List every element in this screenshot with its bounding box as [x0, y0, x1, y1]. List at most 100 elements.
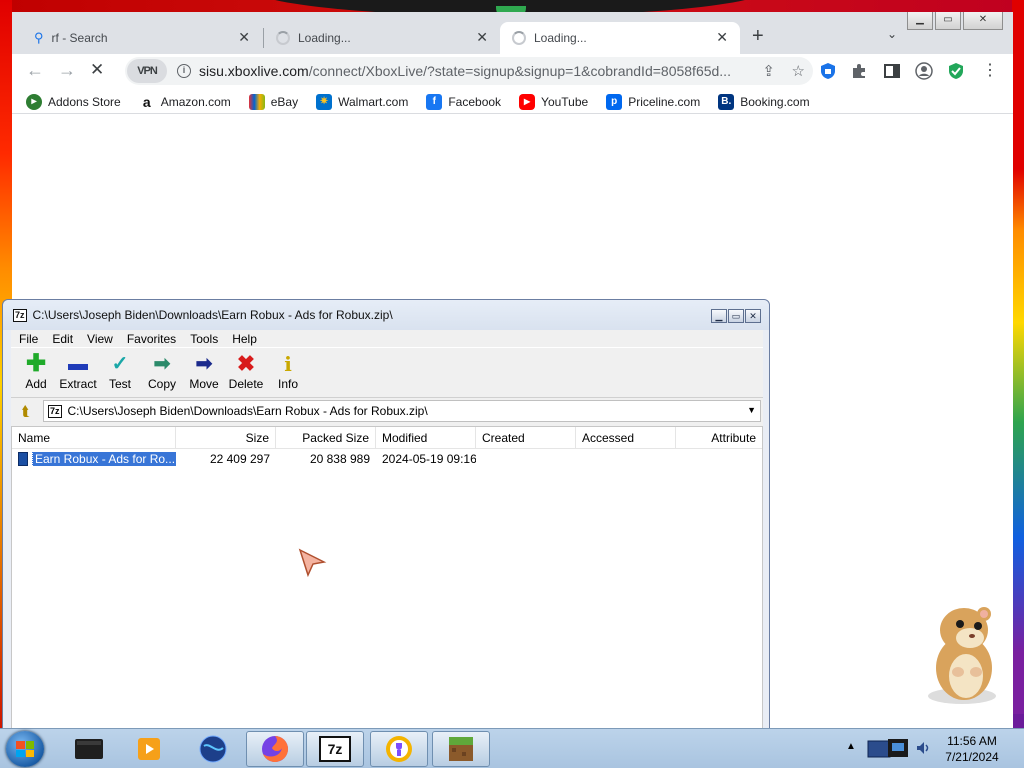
add-button[interactable]: ✚ Add [15, 352, 57, 397]
bookmark-youtube[interactable]: ▶ YouTube [519, 93, 589, 110]
tab-label: rf - Search [51, 31, 108, 45]
menu-file[interactable]: File [19, 332, 38, 346]
column-accessed[interactable]: Accessed [576, 426, 676, 449]
bookmark-label: Amazon.com [160, 94, 231, 109]
test-icon: ✓ [111, 353, 129, 375]
menu-favorites[interactable]: Favorites [127, 332, 176, 346]
folder-up-icon[interactable]: ⮬ [15, 401, 37, 421]
sevenzip-logo-icon: 7z [13, 308, 27, 322]
tab-loading-1[interactable]: Loading... ✕ [264, 22, 500, 54]
network-tray-icon[interactable] [866, 737, 910, 761]
tab-search-chevron-icon[interactable]: ⌄ [887, 27, 897, 41]
spinner-icon [276, 31, 290, 45]
menu-tools[interactable]: Tools [190, 332, 218, 346]
side-panel-icon[interactable] [883, 62, 901, 80]
url-host: sisu.xboxlive.com [199, 63, 309, 79]
sevenzip-titlebar[interactable]: 7z C:\Users\Joseph Biden\Downloads\Earn … [3, 300, 769, 330]
archive-icon: 7z [48, 404, 62, 418]
forward-icon[interactable]: → [58, 60, 76, 81]
address-bar[interactable]: VPN i sisu.xboxlive.com/connect/XboxLive… [125, 57, 813, 85]
url-text[interactable]: sisu.xboxlive.com/connect/XboxLive/?stat… [199, 63, 739, 79]
taskbar-app-firefox[interactable] [246, 731, 304, 767]
taskbar-app-media-player[interactable] [120, 731, 178, 767]
extract-button[interactable]: ▬ Extract [57, 353, 99, 397]
close-tab-icon[interactable]: ✕ [238, 29, 250, 46]
spinner-icon [512, 31, 526, 45]
share-icon[interactable]: ⇪ [762, 62, 775, 80]
start-button[interactable] [6, 731, 44, 767]
bookmark-walmart[interactable]: ✷ Walmart.com [316, 93, 408, 110]
column-modified[interactable]: Modified [376, 426, 476, 449]
bookmark-star-icon[interactable]: ☆ [792, 62, 805, 80]
bookmark-addons-store[interactable]: ▸ Addons Store [26, 93, 121, 110]
firefox-icon [262, 736, 288, 762]
taskbar-app-7zip[interactable]: 7z [306, 731, 364, 767]
taskbar-app-terminal[interactable] [60, 731, 118, 767]
move-label: Move [189, 377, 219, 391]
window-controls: ▁ ▭ ✕ [907, 12, 1003, 30]
menu-help[interactable]: Help [232, 332, 257, 346]
menu-kebab-icon[interactable]: ⋮ [982, 60, 998, 80]
column-packed-size[interactable]: Packed Size [276, 426, 376, 449]
sevenzip-close-button[interactable]: ✕ [745, 309, 761, 323]
close-button[interactable]: ✕ [963, 12, 1003, 30]
url-path: /connect/XboxLive/?state=signup&signup=1… [308, 63, 731, 79]
browser-icon [386, 736, 412, 762]
tray-expand-icon[interactable]: ▲ [846, 741, 856, 752]
volume-tray-icon[interactable] [914, 739, 932, 757]
close-tab-icon[interactable]: ✕ [476, 29, 488, 46]
bookmark-label: YouTube [541, 94, 589, 109]
site-info-icon[interactable]: i [177, 64, 191, 78]
vpn-badge[interactable]: VPN [127, 59, 167, 83]
walmart-icon: ✷ [316, 93, 333, 110]
file-name-cell[interactable]: Earn Robux - Ads for Ro... [12, 451, 176, 467]
taskbar-app-globe[interactable] [184, 731, 242, 767]
file-list: Name Size Packed Size Modified Created A… [11, 426, 763, 730]
test-button[interactable]: ✓ Test [99, 353, 141, 397]
maximize-button[interactable]: ▭ [935, 12, 961, 30]
adguard-shield-icon[interactable] [947, 62, 965, 80]
new-tab-button[interactable]: + [752, 25, 764, 48]
tab-search[interactable]: ⚲ rf - Search ✕ [22, 22, 262, 54]
tab-loading-2[interactable]: Loading... ✕ [500, 22, 740, 54]
extension-shield-icon[interactable] [819, 62, 837, 80]
minecraft-grass-block-icon [449, 737, 473, 761]
chevron-down-icon[interactable]: ▼ [747, 405, 756, 415]
bookmarks-bar: ▸ Addons Store a Amazon.com eBay ✷ Walmart.… [12, 90, 1013, 114]
menu-view[interactable]: View [87, 332, 113, 346]
sevenzip-path-combobox[interactable]: 7z C:\Users\Joseph Biden\Downloads\Earn … [43, 400, 761, 422]
info-button[interactable]: i Info [267, 353, 309, 397]
move-button[interactable]: ➡ Move [183, 353, 225, 397]
stop-loading-icon[interactable]: ✕ [90, 60, 104, 80]
bookmark-priceline[interactable]: p Priceline.com [606, 93, 700, 110]
column-size[interactable]: Size [176, 426, 276, 449]
youtube-icon: ▶ [519, 93, 536, 110]
clock-time: 11:56 AM [947, 734, 997, 748]
bookmark-label: eBay [270, 94, 299, 109]
taskbar-app-minecraft[interactable] [432, 731, 490, 767]
column-attributes[interactable]: Attribute [676, 427, 762, 449]
delete-label: Delete [228, 377, 264, 391]
bookmark-ebay[interactable]: eBay [248, 93, 299, 110]
sevenzip-minimize-button[interactable]: ▁ [711, 309, 727, 323]
menu-edit[interactable]: Edit [52, 332, 73, 346]
copy-button[interactable]: ➡ Copy [141, 353, 183, 397]
close-tab-icon[interactable]: ✕ [716, 29, 728, 46]
sevenzip-address-row: ⮬ 7z C:\Users\Joseph Biden\Downloads\Ear… [11, 398, 763, 424]
column-name[interactable]: Name [12, 426, 176, 449]
taskbar-app-chrome[interactable] [370, 731, 428, 767]
bookmark-facebook[interactable]: f Facebook [426, 93, 501, 110]
extensions-puzzle-icon[interactable] [850, 62, 868, 80]
minimize-button[interactable]: ▁ [907, 12, 933, 30]
system-clock[interactable]: 11:56 AM 7/21/2024 [940, 733, 1004, 765]
sevenzip-maximize-button[interactable]: ▭ [728, 309, 744, 323]
back-icon[interactable]: ← [26, 60, 44, 81]
sevenzip-window-controls: ▁ ▭ ✕ [711, 309, 761, 323]
bookmark-amazon[interactable]: a Amazon.com [138, 93, 231, 110]
profile-icon[interactable] [915, 62, 933, 80]
column-created[interactable]: Created [476, 426, 576, 449]
bookmark-label: Addons Store [48, 94, 121, 109]
table-row[interactable]: Earn Robux - Ads for Ro... 22 409 297 20… [12, 449, 762, 469]
delete-button[interactable]: ✖ Delete [225, 353, 267, 397]
bookmark-booking[interactable]: B. Booking.com [718, 93, 810, 110]
